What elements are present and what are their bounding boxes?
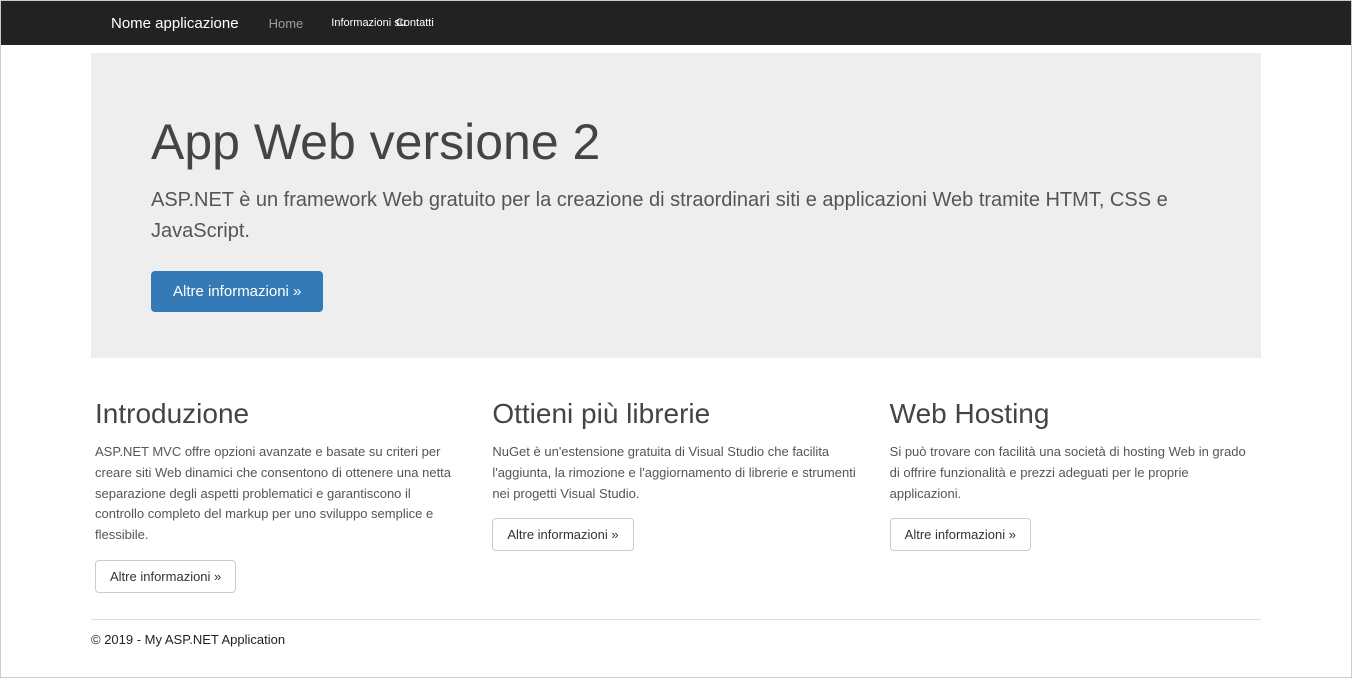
column-button[interactable]: Altre informazioni » [492,518,633,551]
column-hosting: Web Hosting Si può trovare con facilità … [890,398,1257,593]
jumbotron-title: App Web versione 2 [151,113,1201,171]
app-window: Nome applicazione Home Informazioni su C… [0,0,1352,678]
nav-link-home[interactable]: Home [269,16,304,31]
column-body: NuGet è un'estensione gratuita di Visual… [492,442,859,504]
column-libraries: Ottieni più librerie NuGet è un'estensio… [492,398,859,593]
navbar: Nome applicazione Home Informazioni su C… [1,1,1351,45]
nav-link-contact[interactable]: Contatti [396,17,434,29]
footer-text: © 2019 - My ASP.NET Application [91,632,285,647]
columns-row: Introduzione ASP.NET MVC offre opzioni a… [91,398,1261,593]
column-body: ASP.NET MVC offre opzioni avanzate e bas… [95,442,462,546]
jumbotron-lead: ASP.NET è un framework Web gratuito per … [151,185,1201,247]
column-title: Web Hosting [890,398,1257,430]
column-button[interactable]: Altre informazioni » [890,518,1031,551]
column-intro: Introduzione ASP.NET MVC offre opzioni a… [95,398,462,593]
main-container: App Web versione 2 ASP.NET è un framewor… [91,53,1261,667]
footer-divider [91,619,1261,620]
footer: © 2019 - My ASP.NET Application [91,632,1261,667]
column-body: Si può trovare con facilità una società … [890,442,1257,504]
column-title: Ottieni più librerie [492,398,859,430]
jumbotron: App Web versione 2 ASP.NET è un framewor… [91,53,1261,358]
nav-link-info[interactable]: Informazioni su [331,17,406,29]
column-button[interactable]: Altre informazioni » [95,560,236,593]
learn-more-button[interactable]: Altre informazioni » [151,271,323,312]
navbar-brand[interactable]: Nome applicazione [111,15,239,32]
column-title: Introduzione [95,398,462,430]
